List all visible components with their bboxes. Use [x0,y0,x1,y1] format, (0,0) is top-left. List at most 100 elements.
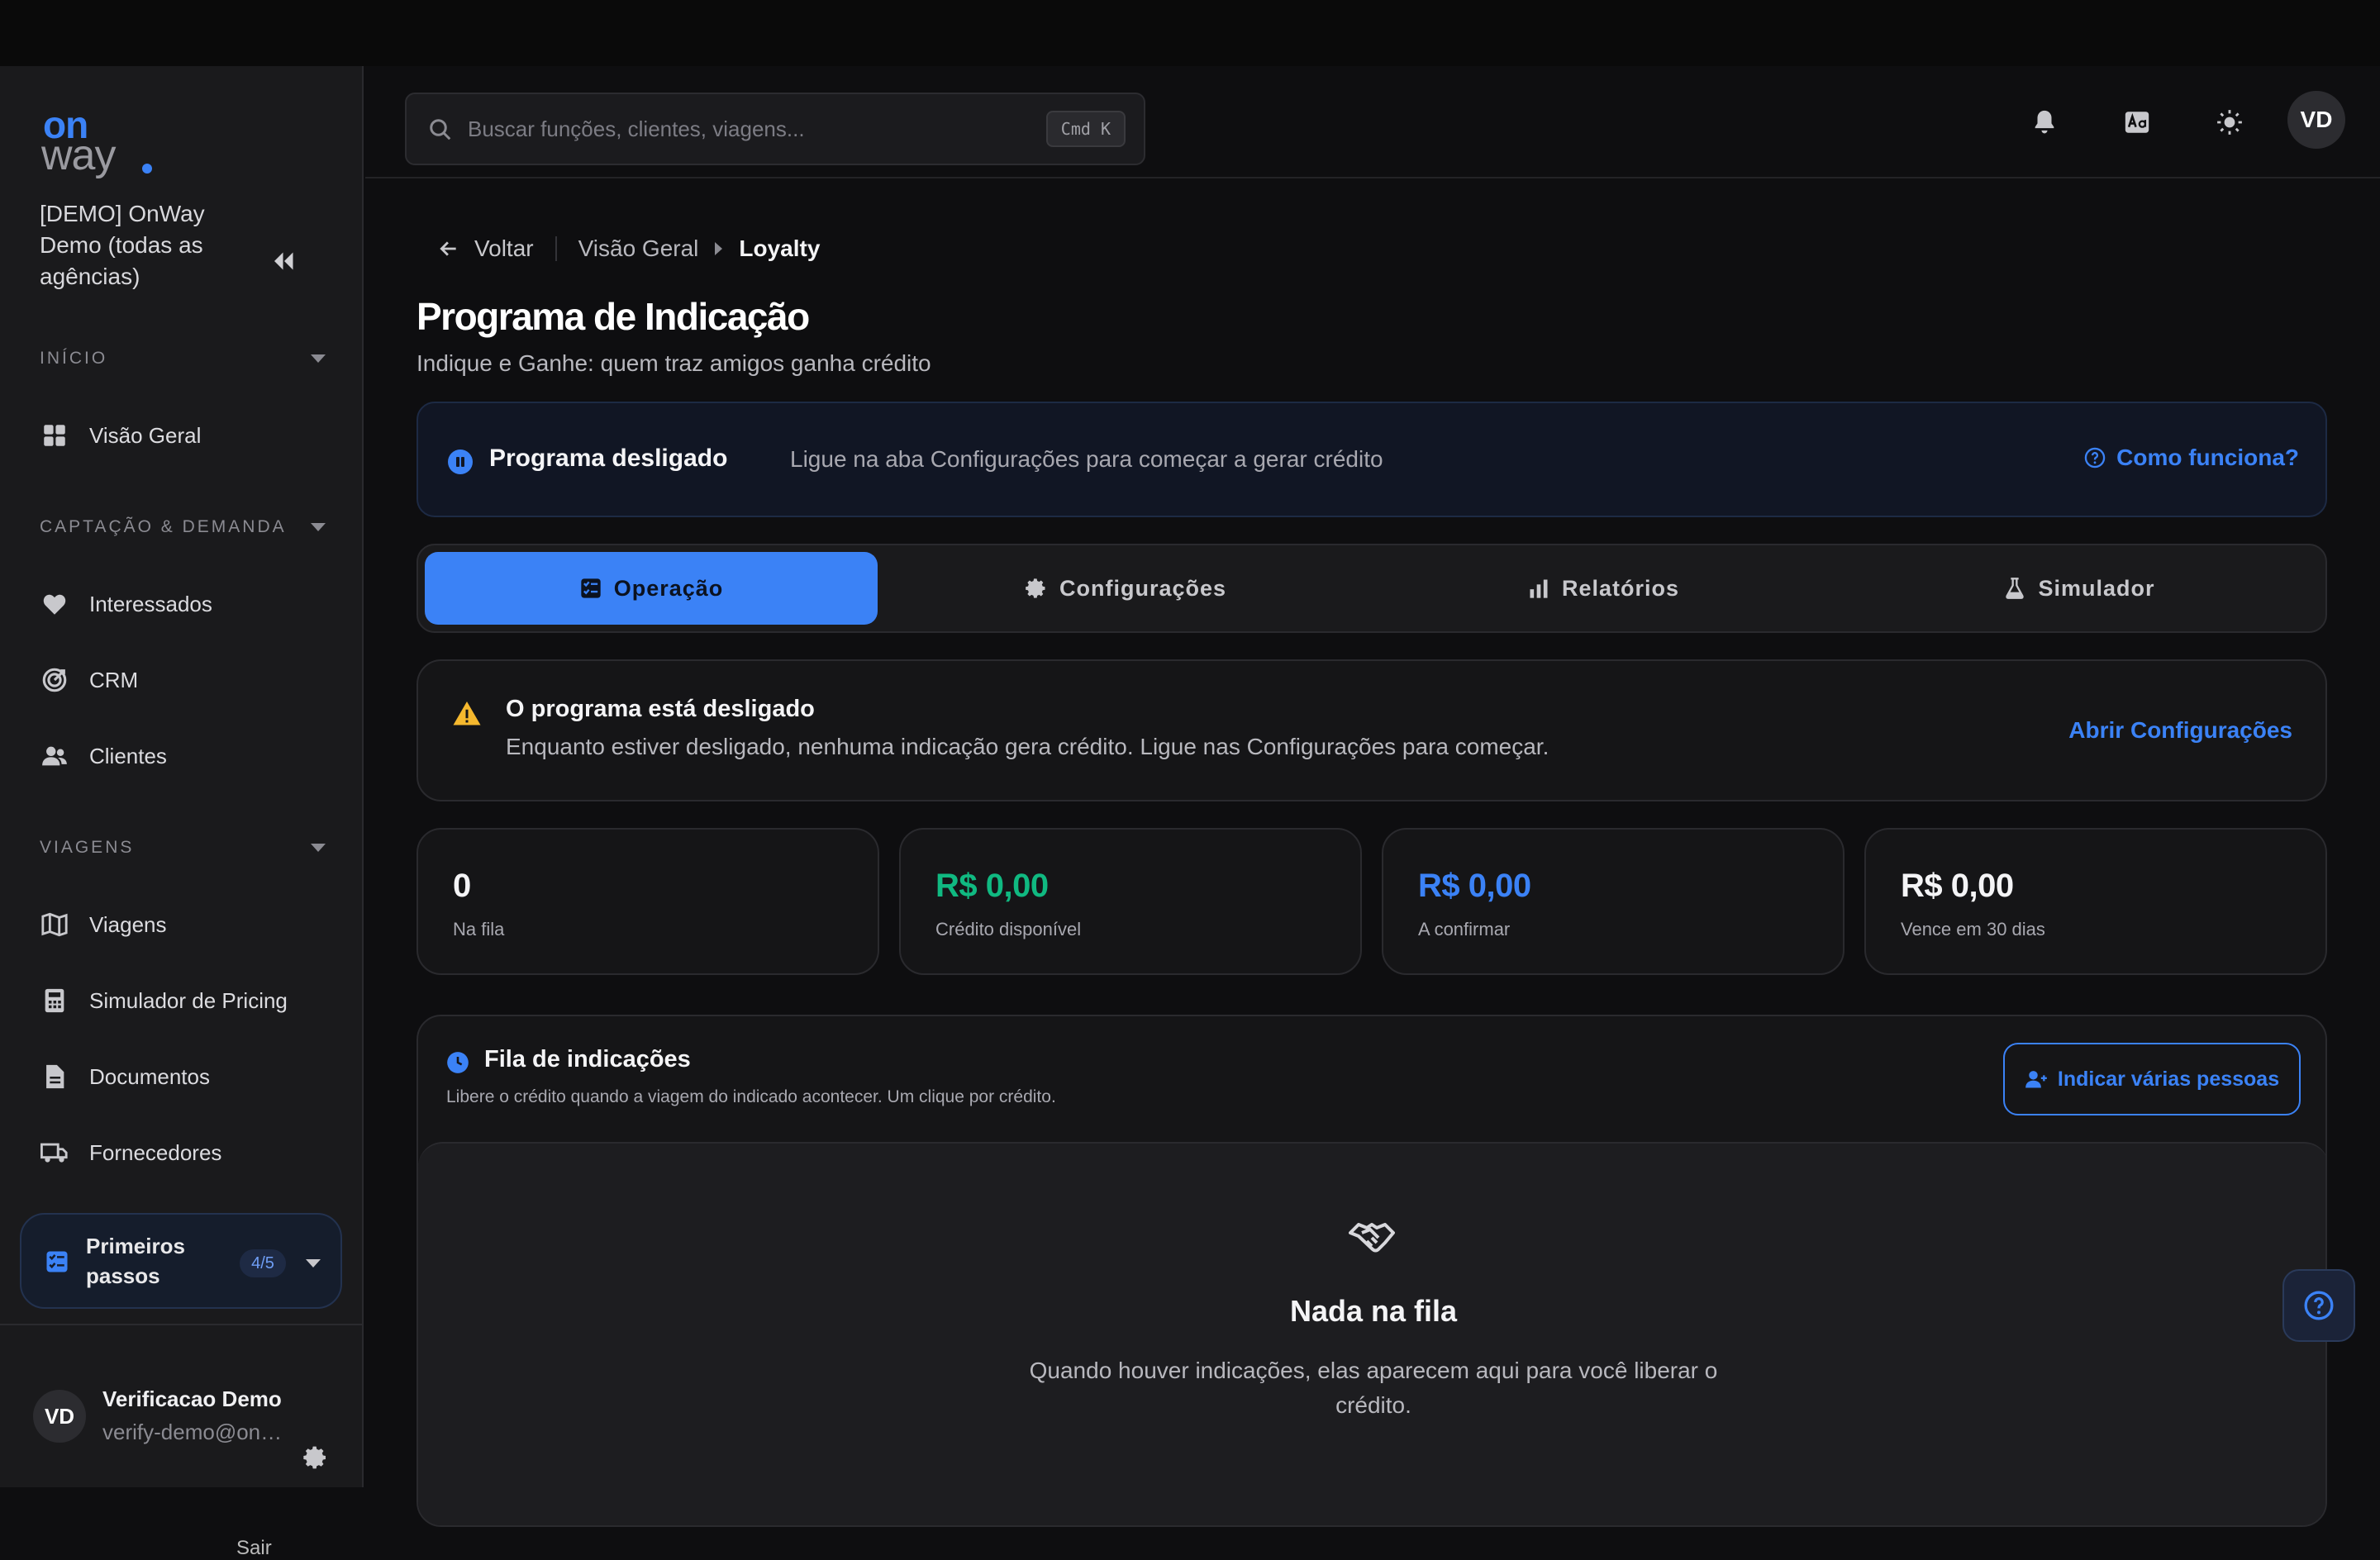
chevron-right-icon [715,242,723,255]
onway-logo[interactable]: on way [41,106,157,179]
sidebar-item-label: Interessados [89,591,212,616]
search-icon [430,119,451,140]
stat-label: Vence em 30 dias [1901,919,2045,939]
sidebar-item-interessados[interactable]: Interessados [20,575,344,633]
top-header: Buscar funções, clientes, viagens... Cmd… [365,66,2380,178]
search-input[interactable]: Buscar funções, clientes, viagens... Cmd… [405,93,1145,165]
warning-text: Enquanto estiver desligado, nenhuma indi… [506,734,1549,759]
stat-value: 0 [453,868,471,904]
logo-dot [142,164,152,174]
tab-label: Simulador [2038,575,2155,601]
sidebar: on way [DEMO] OnWay Demo (todas as agênc… [0,66,364,1559]
tab-label: Configurações [1059,575,1227,601]
stat-card-to-confirm: R$ 0,00 A confirmar [1382,828,1844,975]
flask-icon [2006,578,2025,599]
document-icon [40,1062,69,1092]
handshake-icon [1349,1223,1395,1253]
program-status-banner: Programa desligado Ligue na aba Configur… [416,402,2327,517]
first-steps-panel[interactable]: Primeiros passos 4/5 [20,1213,342,1309]
notifications-button[interactable] [2021,99,2068,145]
divider [0,1324,364,1325]
warning-icon [453,702,481,725]
tab-label: Relatórios [1561,575,1680,601]
queue-subtitle: Libere o crédito quando a viagem do indi… [446,1087,1056,1106]
add-user-icon [2025,1071,2047,1088]
chevron-down-icon [306,1259,321,1268]
section-viagens[interactable]: VIAGENS [40,831,329,864]
program-off-warning: O programa está desligado Enquanto estiv… [416,659,2327,801]
chevron-down-icon [311,354,326,363]
calculator-icon [40,986,69,1015]
how-it-works-link[interactable]: Como funciona? [2083,445,2299,471]
sun-icon [2217,110,2242,135]
help-button[interactable] [2282,1269,2355,1342]
user-avatar[interactable]: VD [33,1390,86,1443]
sidebar-item-label: Viagens [89,911,167,937]
collapse-sidebar-icon[interactable] [269,246,299,276]
tab-configuracoes[interactable]: Configurações [899,552,1352,625]
sidebar-item-visao-geral[interactable]: Visão Geral [20,407,344,464]
user-settings-gear-icon[interactable] [302,1444,329,1471]
truck-icon [40,1138,69,1168]
open-settings-link[interactable]: Abrir Configurações [2068,717,2292,744]
how-it-works-label: Como funciona? [2116,445,2299,470]
back-button[interactable]: Voltar [438,235,534,262]
translate-icon [2125,112,2149,133]
main-content: Voltar Visão Geral Loyalty Programa de I… [365,178,2380,1527]
sidebar-item-simulador-pricing[interactable]: Simulador de Pricing [20,972,344,1030]
page-title: Programa de Indicação [416,295,810,338]
tab-bar: Operação Configurações Relatórios Simula… [416,544,2327,633]
checklist-icon [581,578,601,598]
bar-chart-icon [1530,579,1548,598]
tab-simulador[interactable]: Simulador [1853,552,2306,625]
header-user-avatar[interactable]: VD [2287,91,2345,149]
sidebar-item-fornecedores[interactable]: Fornecedores [20,1124,344,1182]
section-title: INÍCIO [40,349,108,368]
theme-toggle-button[interactable] [2206,99,2253,145]
sidebar-item-viagens[interactable]: Viagens [20,896,344,954]
page-subtitle: Indique e Ganhe: quem traz amigos ganha … [416,350,931,376]
breadcrumb-parent[interactable]: Visão Geral [578,235,699,262]
os-top-bar [0,0,2380,66]
search-placeholder: Buscar funções, clientes, viagens... [468,117,805,141]
stat-label: A confirmar [1418,919,1511,939]
refer-multiple-button[interactable]: Indicar várias pessoas [2003,1043,2301,1115]
breadcrumb: Voltar Visão Geral Loyalty [438,228,820,269]
divider [555,236,557,261]
tab-operacao[interactable]: Operação [425,552,878,625]
tab-label: Operação [613,575,724,601]
chevron-down-icon [311,844,326,852]
status-text: Ligue na aba Configurações para começar … [790,446,1383,472]
sidebar-item-label: Simulador de Pricing [89,987,288,1013]
logout-link[interactable]: Sair [236,1537,272,1560]
clock-icon [447,1052,469,1073]
sidebar-item-label: Clientes [89,743,167,768]
sidebar-item-documentos[interactable]: Documentos [20,1048,344,1106]
stat-label: Crédito disponível [935,919,1082,939]
sidebar-item-crm[interactable]: CRM [20,651,344,709]
section-inicio[interactable]: INÍCIO [40,342,329,375]
section-captacao[interactable]: CAPTAÇÃO & DEMANDA [40,511,329,544]
stat-value: R$ 0,00 [935,868,1049,904]
organization-name[interactable]: [DEMO] OnWay Demo (todas as agências) [40,198,246,292]
stat-card-queue: 0 Na fila [416,828,879,975]
search-shortcut-hint: Cmd K [1045,111,1126,147]
tab-relatorios[interactable]: Relatórios [1377,552,1830,625]
stat-value: R$ 0,00 [1418,868,1531,904]
map-icon [40,910,69,939]
language-button[interactable] [2114,99,2160,145]
section-title: CAPTAÇÃO & DEMANDA [40,517,287,536]
sidebar-item-clientes[interactable]: Clientes [20,727,344,785]
question-circle-icon [2084,447,2106,468]
user-name: Verificacao Demo [102,1386,282,1411]
sidebar-item-label: Visão Geral [89,422,202,448]
stat-card-available-credit: R$ 0,00 Crédito disponível [899,828,1362,975]
chevron-down-icon [311,523,326,531]
logo-way: way [41,131,116,179]
pause-icon [448,449,473,474]
heart-icon [40,589,69,619]
users-icon [40,741,69,771]
bell-icon [2035,110,2054,134]
arrow-left-icon [440,241,456,256]
warning-title: O programa está desligado [506,696,815,722]
